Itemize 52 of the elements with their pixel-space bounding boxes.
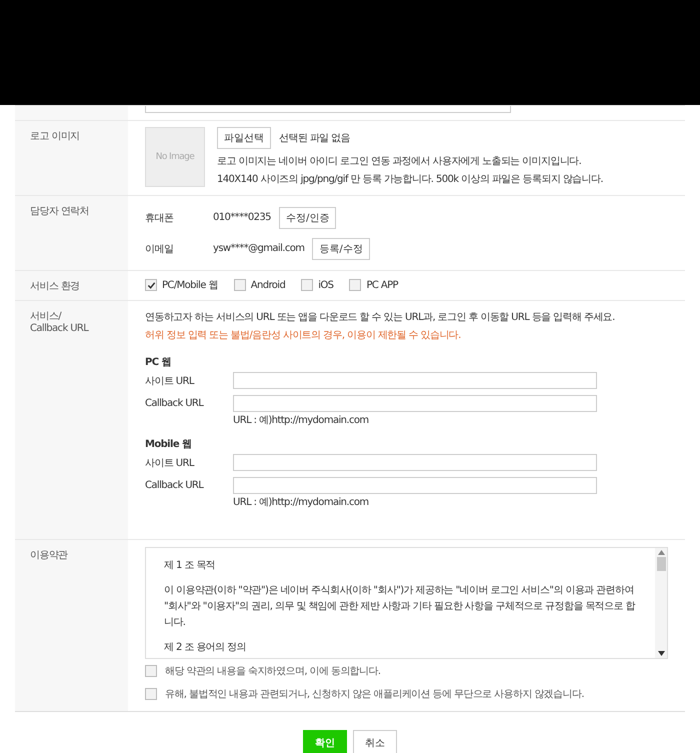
contact-label: 이메일 <box>145 242 174 256</box>
hint-text: URL : 예)http://mydomain.com <box>233 414 370 427</box>
up-arrow-icon[interactable] <box>658 550 664 555</box>
url-input[interactable] <box>233 372 597 389</box>
option-label: iOS <box>318 280 334 290</box>
down-arrow-icon[interactable] <box>658 651 664 656</box>
scrollbar-thumb[interactable] <box>656 557 666 571</box>
field-label: 담당자 연락처 <box>30 206 89 217</box>
field-label: 서비스 환경 <box>30 281 80 292</box>
contact-value: 010****0235 <box>213 212 271 223</box>
field-label: 로고 이미지 <box>30 131 80 142</box>
field-label: 서비스/ <box>30 310 62 323</box>
description-text: 연동하고자 하는 서비스의 URL 또는 앱을 다운로드 할 수 있는 URL과, 로그인 후 이동할 URL 등을 입력해 주세요. <box>145 311 616 325</box>
url-label: 사이트 URL <box>145 374 196 388</box>
terms-paragraph: 이 이용약관(이하 "약관")은 네이버 주식회사(이하 "회사")가 제공하는 "네이버 로그인 서비스"의 이용과 관련하여 "회사"와 "이용자"의 권리, 의무 및 책임에 관한 제반 사항과 기타 필요한 사항을 구체적으로 규정함을 목적으로 합니다. <box>164 584 636 630</box>
checkbox[interactable] <box>145 664 157 676</box>
group-title: Mobile 웹 <box>145 438 192 451</box>
url-label: Callback URL <box>145 398 205 409</box>
url-input[interactable] <box>233 395 597 412</box>
edit-button[interactable]: 등록/수정 <box>312 238 370 260</box>
file-status: 선택된 파일 없음 <box>279 132 350 145</box>
checkbox[interactable] <box>145 279 157 291</box>
field-label: Callback URL <box>30 323 90 334</box>
no-image-text: No Image <box>156 152 194 162</box>
url-input[interactable] <box>233 454 597 471</box>
help-text: 로고 이미지는 네이버 아이디 로그인 연동 과정에서 사용자에게 노출되는 이미지입니다. <box>217 155 582 169</box>
url-label: Callback URL <box>145 480 205 491</box>
terms-paragraph: 제 1 조 목적 <box>164 559 216 573</box>
checkbox[interactable] <box>145 688 157 700</box>
help-text: 140X140 사이즈의 jpg/png/gif 만 등록 가능합니다. 500k 이상의 파일은 등록되지 않습니다. <box>217 173 603 187</box>
edit-button[interactable]: 수정/인증 <box>278 206 336 228</box>
checkbox[interactable] <box>234 279 246 291</box>
warning-text: 허위 정보 입력 또는 불법/음란성 사이트의 경우, 이용이 제한될 수 있습니다. <box>145 329 462 343</box>
contact-value: ysw****@gmail.com <box>213 243 304 254</box>
hint-text: URL : 예)http://mydomain.com <box>233 496 370 509</box>
scrollbar[interactable] <box>655 548 667 658</box>
checkbox[interactable] <box>301 279 314 291</box>
url-input[interactable] <box>233 477 597 494</box>
field-label: 이용약관 <box>30 550 68 561</box>
checkbox[interactable] <box>349 279 362 291</box>
contact-label: 휴대폰 <box>145 212 174 224</box>
cancel-button[interactable]: 취소 <box>353 730 397 753</box>
terms-paragraph: 제 2 조 용어의 정의 <box>164 641 247 655</box>
url-label: 사이트 URL <box>145 456 196 470</box>
agreement-label: 해당 약관의 내용을 숙지하였으며, 이에 동의합니다. <box>165 664 380 678</box>
option-label: Android <box>250 280 286 290</box>
option-label: PC/Mobile 웹 <box>162 279 218 292</box>
input-field[interactable] <box>145 106 511 113</box>
option-label: PC APP <box>366 280 398 290</box>
group-title: PC 웹 <box>145 356 172 369</box>
agreement-label: 유해, 불법적인 내용과 관련되거나, 신청하지 않은 애플리케이션 등에 무단으로 사용하지 않겠습니다. <box>165 688 584 700</box>
file-select-button[interactable]: 파일선택 <box>217 127 271 149</box>
